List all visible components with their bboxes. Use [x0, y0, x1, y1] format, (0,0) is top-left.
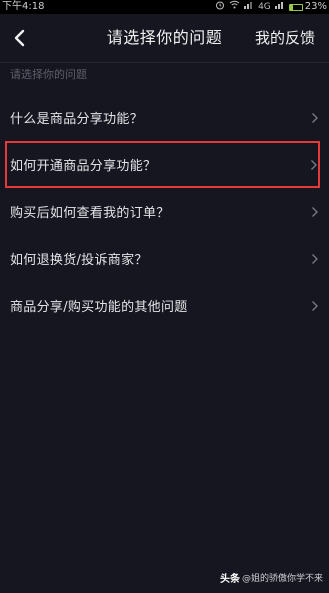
status-indicators: 4G 23% — [215, 0, 327, 14]
question-item-returns-complaints[interactable]: 如何退换货/投诉商家？ — [0, 235, 329, 282]
battery-level-fill — [289, 4, 293, 10]
question-item-view-orders[interactable]: 购买后如何查看我的订单？ — [0, 188, 329, 235]
question-label: 什么是商品分享功能？ — [10, 112, 144, 127]
watermark: 头条 @姐的骄傲你学不来 — [220, 570, 323, 585]
question-item-what-is-sharing[interactable]: 什么是商品分享功能？ — [0, 94, 329, 141]
network-type: 4G — [258, 2, 271, 12]
battery-indicator: 23% — [288, 0, 327, 14]
watermark-account: @姐的骄傲你学不来 — [241, 574, 323, 584]
chevron-right-icon — [311, 253, 319, 265]
chevron-right-icon — [311, 206, 319, 218]
chevron-right-icon — [310, 159, 318, 171]
battery-percent: 23% — [304, 1, 327, 12]
chevron-right-icon — [311, 112, 319, 124]
signal-bars-icon — [274, 0, 285, 14]
signal-icon — [244, 0, 254, 14]
section-label: 请选择你的问题 — [10, 68, 87, 81]
watermark-brand: 头条 — [219, 574, 240, 585]
question-label: 如何开通商品分享功能？ — [10, 159, 157, 174]
battery-icon — [288, 3, 303, 11]
question-item-other-issues[interactable]: 商品分享/购买功能的其他问题 — [0, 282, 329, 329]
question-item-how-to-enable-sharing[interactable]: 如何开通商品分享功能？ — [5, 141, 320, 188]
question-list: 什么是商品分享功能？ 如何开通商品分享功能？ 购买后如何查看我的订单？ 如何退换… — [0, 94, 329, 329]
question-label: 购买后如何查看我的订单？ — [10, 206, 170, 221]
navigation-bar: 请选择你的问题 我的反馈 — [0, 14, 329, 62]
status-bar: 下午4:18 4G 23% — [0, 0, 329, 14]
my-feedback-button[interactable]: 我的反馈 — [255, 14, 315, 62]
chevron-right-icon — [311, 300, 319, 312]
question-label: 如何退换货/投诉商家？ — [10, 253, 148, 268]
status-time: 下午4:18 — [2, 1, 45, 12]
alarm-icon — [215, 0, 225, 15]
wifi-icon — [229, 0, 240, 14]
header-divider — [0, 62, 329, 63]
question-label: 商品分享/购买功能的其他问题 — [10, 300, 188, 315]
